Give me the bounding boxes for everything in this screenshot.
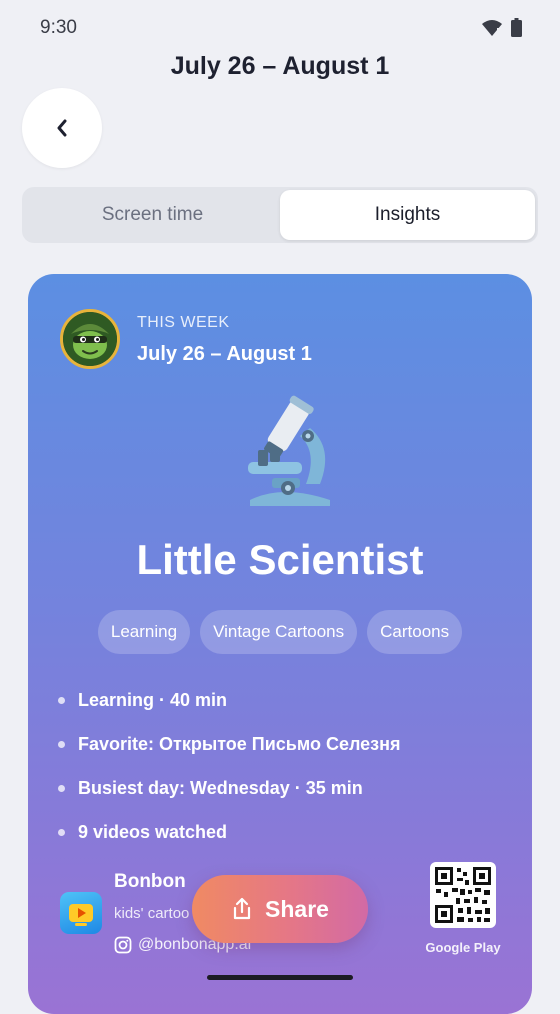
status-time: 9:30	[40, 17, 77, 38]
share-icon	[233, 897, 251, 920]
stat-text: Busiest day: Wednesday · 35 min	[78, 777, 363, 798]
bullet-dot	[58, 740, 65, 748]
turtle-avatar-icon	[63, 312, 117, 366]
tag-list: Learning Vintage Cartoons Cartoons	[28, 610, 532, 654]
stat-item: Busiest day: Wednesday · 35 min	[58, 766, 401, 810]
battery-icon	[511, 18, 522, 37]
week-label: THIS WEEK	[137, 314, 230, 331]
week-range: July 26 – August 1	[137, 343, 312, 365]
badge-title: Little Scientist	[136, 536, 424, 583]
share-label: Share	[265, 895, 329, 922]
stat-item: 9 videos watched	[58, 810, 401, 854]
tag-cartoons: Cartoons	[367, 610, 463, 654]
tag-learning: Learning	[97, 610, 191, 654]
qr-code-icon	[435, 867, 491, 923]
microscope-icon	[248, 395, 330, 506]
play-tv-icon	[69, 904, 93, 926]
stat-text: Learning · 40 min	[78, 689, 228, 710]
bullet-dot	[58, 784, 65, 792]
qr-code	[430, 862, 496, 928]
share-button[interactable]: Share	[192, 875, 368, 943]
tab-bar: Screen time Insights	[22, 187, 538, 243]
stat-item: Favorite: Открытое Письмо Селезня	[58, 722, 401, 766]
bullet-dot	[58, 828, 65, 836]
avatar	[60, 309, 120, 369]
tag-vintage-cartoons: Vintage Cartoons	[200, 610, 358, 654]
status-icons	[481, 18, 522, 37]
status-bar: 9:30	[0, 0, 560, 56]
qr-caption: Google Play	[425, 940, 501, 955]
page-title: July 26 – August 1	[170, 52, 390, 80]
bullet-dot	[58, 696, 65, 704]
back-button[interactable]	[22, 88, 102, 168]
brand-name: Bonbon	[114, 871, 186, 892]
stat-text: Favorite: Открытое Письмо Селезня	[78, 733, 401, 754]
brand-tagline: kids' cartoo	[114, 905, 190, 922]
wifi-icon	[482, 19, 502, 36]
home-indicator[interactable]	[207, 975, 353, 980]
instagram-icon	[114, 936, 132, 954]
stat-text: 9 videos watched	[78, 821, 228, 842]
stats-list: Learning · 40 min Favorite: Открытое Пис…	[58, 678, 401, 854]
bonbon-logo	[60, 892, 102, 934]
tab-screen-time[interactable]: Screen time	[25, 190, 280, 240]
stat-item: Learning · 40 min	[58, 678, 401, 722]
chevron-left-icon	[57, 119, 67, 137]
tab-insights[interactable]: Insights	[280, 190, 535, 240]
